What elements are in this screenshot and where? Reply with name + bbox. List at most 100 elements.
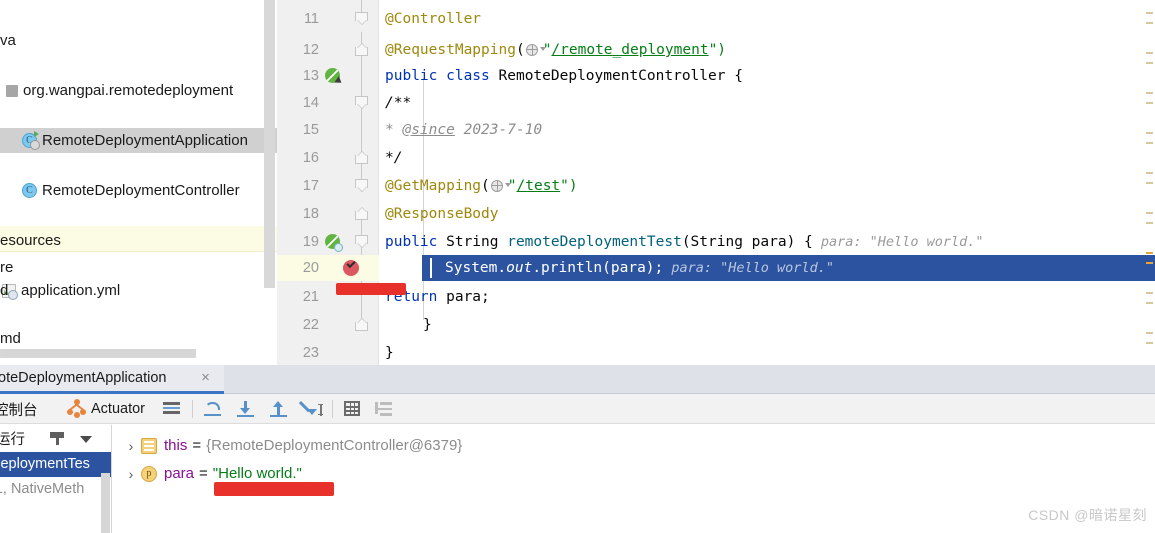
code-line[interactable]: 22 } <box>277 312 1155 338</box>
tree-row-remote-deployment-controller[interactable]: C RemoteDeploymentController <box>0 178 277 203</box>
code-line[interactable]: 21 return para; <box>277 284 1155 310</box>
code-line[interactable]: 18 @ResponseBody <box>277 201 1155 227</box>
fold-marker-icon[interactable] <box>355 235 368 248</box>
frames-pane[interactable]: 运行 DeploymentTes -1, NativeMeth <box>0 425 112 533</box>
step-over-icon[interactable] <box>204 401 221 417</box>
evaluate-expression-icon[interactable] <box>344 401 360 416</box>
debug-toolbar[interactable]: 控制台 Actuator <box>0 394 1155 424</box>
tree-row-application-yml[interactable]: application.yml <box>0 278 277 303</box>
tree-item-label: application.yml <box>21 282 121 299</box>
line-number: 23 <box>302 345 319 361</box>
step-out-icon[interactable] <box>270 401 287 417</box>
code-token: @Controller <box>385 11 482 27</box>
frame-row[interactable]: -1, NativeMeth <box>0 477 111 502</box>
code-line[interactable]: 15 * @since 2023-7-10 <box>277 117 1155 143</box>
variable-equals: = <box>192 437 202 454</box>
variable-value: {RemoteDeploymentController@6379} <box>206 437 463 454</box>
frames-vertical-scrollbar[interactable] <box>101 473 110 533</box>
code-editor[interactable]: 11 @Controller 12 @RequestMapping("/remo… <box>277 0 1155 365</box>
tree-item-label: RemoteDeploymentController <box>42 182 240 199</box>
line-number: 21 <box>302 289 319 305</box>
fold-marker-icon[interactable] <box>355 96 368 109</box>
ide-window: va org.wangpai.remotedeployment C Remote… <box>0 0 1155 533</box>
variable-row-this[interactable]: › this = {RemoteDeploymentController@637… <box>121 433 462 459</box>
fold-marker-icon[interactable] <box>355 318 368 331</box>
debug-session-tab[interactable]: oteDeploymentApplication × <box>0 365 224 394</box>
url-literal[interactable]: /remote_deployment <box>551 42 708 58</box>
code-line[interactable]: 16 */ <box>277 145 1155 171</box>
code-token: para; <box>446 289 490 305</box>
funnel-icon[interactable] <box>50 432 64 445</box>
line-number: 12 <box>302 42 319 58</box>
fold-marker-icon[interactable] <box>355 151 368 164</box>
url-literal[interactable]: /test <box>517 178 561 194</box>
code-token: RemoteDeploymentController { <box>498 68 743 84</box>
code-text: /** <box>385 95 412 111</box>
chevron-down-icon[interactable] <box>80 436 92 443</box>
tree-row-resources[interactable]: esources <box>0 228 277 253</box>
javadoc-tag[interactable]: @since <box>402 122 454 138</box>
tree-row[interactable]: re <box>0 255 13 280</box>
fold-marker-icon[interactable] <box>355 207 368 220</box>
code-line[interactable]: 12 @RequestMapping("/remote_deployment") <box>277 37 1155 63</box>
code-text: @GetMapping("/test") <box>385 173 578 199</box>
code-line-current[interactable]: 20 System.out.println(para); para: "Hell… <box>277 255 1155 281</box>
tree-vertical-scrollbar[interactable] <box>264 0 275 288</box>
tab-actuator-label: Actuator <box>91 401 145 417</box>
tree-row-remote-deployment-application[interactable]: C RemoteDeploymentApplication <box>0 128 277 153</box>
code-text: * @since 2023-7-10 <box>385 117 542 143</box>
tab-console[interactable]: 控制台 <box>0 394 38 424</box>
code-line[interactable]: 14 /** <box>277 90 1155 116</box>
folder-icon <box>6 84 18 97</box>
debug-body[interactable]: 运行 DeploymentTes -1, NativeMeth › this <box>0 425 1155 533</box>
breakpoint-verified-icon[interactable] <box>343 258 359 276</box>
line-number: 17 <box>302 178 319 194</box>
line-number: 20 <box>302 260 319 276</box>
expand-toggle-icon[interactable]: › <box>121 461 141 487</box>
code-token: @GetMapping <box>385 178 482 194</box>
tree-row-package[interactable]: org.wangpai.remotedeployment <box>0 78 277 103</box>
code-line[interactable]: 13 public class RemoteDeploymentControll… <box>277 63 1155 89</box>
line-number: 14 <box>302 95 319 111</box>
fold-marker-icon[interactable] <box>355 179 368 192</box>
line-number: 22 <box>302 317 319 333</box>
run-test-icon[interactable] <box>325 234 343 252</box>
step-into-icon[interactable] <box>237 401 254 417</box>
editor-error-stripe[interactable] <box>1143 0 1155 365</box>
frame-label: -1, NativeMeth <box>0 481 85 497</box>
tab-actuator[interactable]: Actuator <box>91 394 145 424</box>
run-method-icon[interactable] <box>325 68 344 86</box>
debug-panel[interactable]: oteDeploymentApplication × 控制台 Actuator <box>0 365 1155 533</box>
tree-horizontal-scrollbar[interactable] <box>0 349 196 358</box>
inlay-hint-parameter-value[interactable]: para: "Hello world." <box>813 234 984 250</box>
code-line[interactable]: 19 public String remoteDeploymentTest(St… <box>277 229 1155 255</box>
fold-marker-icon[interactable] <box>355 12 368 25</box>
code-line[interactable]: 23 } <box>277 340 1155 365</box>
code-line[interactable]: 11 @Controller <box>277 6 1155 32</box>
inlay-hint-parameter-value[interactable]: para: "Hello world." <box>663 260 834 276</box>
sort-variables-icon[interactable] <box>375 401 392 417</box>
show-execution-point-icon[interactable] <box>163 401 180 417</box>
java-class-runnable-icon: C <box>22 131 40 150</box>
code-line[interactable]: 17 @GetMapping("/test") <box>277 173 1155 199</box>
variables-pane[interactable]: › this = {RemoteDeploymentController@637… <box>113 425 1155 533</box>
tree-item-label: RemoteDeploymentApplication <box>42 132 248 149</box>
project-tree-panel[interactable]: va org.wangpai.remotedeployment C Remote… <box>0 0 277 365</box>
debug-tab-bar[interactable]: oteDeploymentApplication × <box>0 365 1155 394</box>
globe-icon[interactable] <box>490 179 511 193</box>
tree-item-label: esources <box>0 232 61 249</box>
tree-row[interactable]: d <box>0 278 8 303</box>
frame-label: DeploymentTes <box>0 456 90 472</box>
expand-toggle-icon[interactable]: › <box>121 433 141 459</box>
globe-icon[interactable] <box>525 43 546 57</box>
run-to-cursor-icon[interactable] <box>298 401 323 417</box>
code-text: System.out.println(para); para: "Hello w… <box>445 255 834 281</box>
close-icon[interactable]: × <box>199 370 212 385</box>
tree-row[interactable]: va <box>0 28 277 53</box>
fold-marker-icon[interactable] <box>355 43 368 56</box>
frames-header-label: 运行 <box>0 432 25 448</box>
code-token: * <box>385 122 403 138</box>
frame-row[interactable]: DeploymentTes <box>0 452 111 477</box>
variable-equals: = <box>199 465 208 482</box>
tree-row[interactable]: md <box>0 326 21 351</box>
